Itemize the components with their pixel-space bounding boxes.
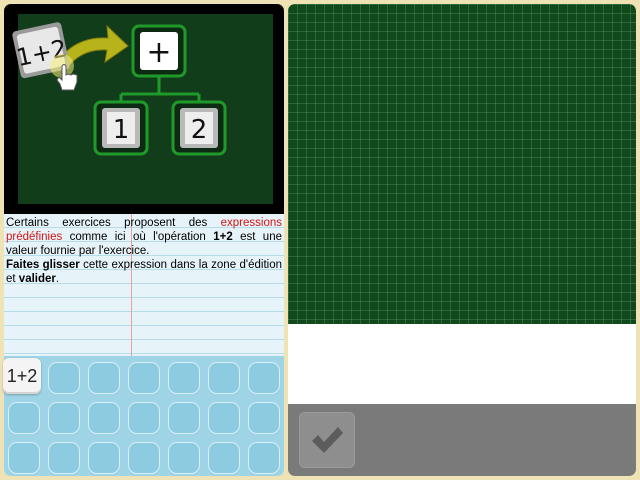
tree-root-label: + (146, 35, 171, 70)
tray-slot[interactable] (128, 442, 160, 474)
expression-chip-1-plus-2[interactable]: 1+2 (3, 358, 41, 394)
tree-connectors (119, 76, 201, 104)
tray-slot[interactable] (248, 442, 280, 474)
right-panel (288, 4, 636, 476)
validate-button[interactable] (299, 412, 355, 468)
instructions-text-part: . (55, 273, 60, 285)
illustration: + 1 2 1+2 (4, 4, 284, 214)
tray-slot[interactable] (48, 362, 80, 394)
instructions-text: Certains exercices proposent des express… (6, 216, 282, 286)
tree-left-node: 1 (93, 100, 149, 156)
tree-right-node: 2 (171, 100, 227, 156)
tray-slot[interactable] (128, 362, 160, 394)
validate-bar (288, 404, 636, 476)
tray-slot[interactable] (88, 442, 120, 474)
drag-instruction-highlight: Faites glisser (6, 259, 80, 271)
instructions-text-part: Certains exercices proposent des (6, 217, 221, 229)
tray-slot[interactable] (208, 362, 240, 394)
operation-highlight: 1+2 (213, 231, 233, 243)
tree-left-label: 1 (113, 115, 130, 145)
tray-slot[interactable] (208, 402, 240, 434)
tray-slot[interactable] (8, 442, 40, 474)
tray-slot[interactable] (88, 402, 120, 434)
tray-slot[interactable] (168, 442, 200, 474)
editing-zone[interactable] (288, 4, 636, 324)
tray-slot[interactable] (248, 402, 280, 434)
tree-right-label: 2 (191, 115, 208, 145)
tray-slot[interactable] (168, 402, 200, 434)
tray-slot[interactable] (8, 402, 40, 434)
instructions-paragraph-1: Certains exercices proposent des express… (6, 216, 282, 258)
expression-tray (4, 356, 284, 476)
tray-slot[interactable] (128, 402, 160, 434)
instructions-text-part: comme ici où l'opération (62, 231, 214, 243)
validate-instruction-highlight: valider (18, 273, 56, 285)
tray-slot[interactable] (248, 362, 280, 394)
tray-slot[interactable] (48, 442, 80, 474)
answer-area (288, 324, 636, 404)
tree-root-node: + (131, 24, 187, 78)
illustration-drawing: + 1 2 1+2 (12, 22, 227, 156)
tray-slot[interactable] (48, 402, 80, 434)
instructions-paragraph-2: Faites glisser cette expression dans la … (6, 258, 282, 286)
instructions-panel: Certains exercices proposent des express… (4, 214, 284, 360)
left-panel: + 1 2 1+2 Certains exercices proposent d… (4, 4, 284, 476)
check-icon (312, 427, 343, 453)
tray-slot[interactable] (88, 362, 120, 394)
tray-slot[interactable] (208, 442, 240, 474)
tray-slot[interactable] (168, 362, 200, 394)
